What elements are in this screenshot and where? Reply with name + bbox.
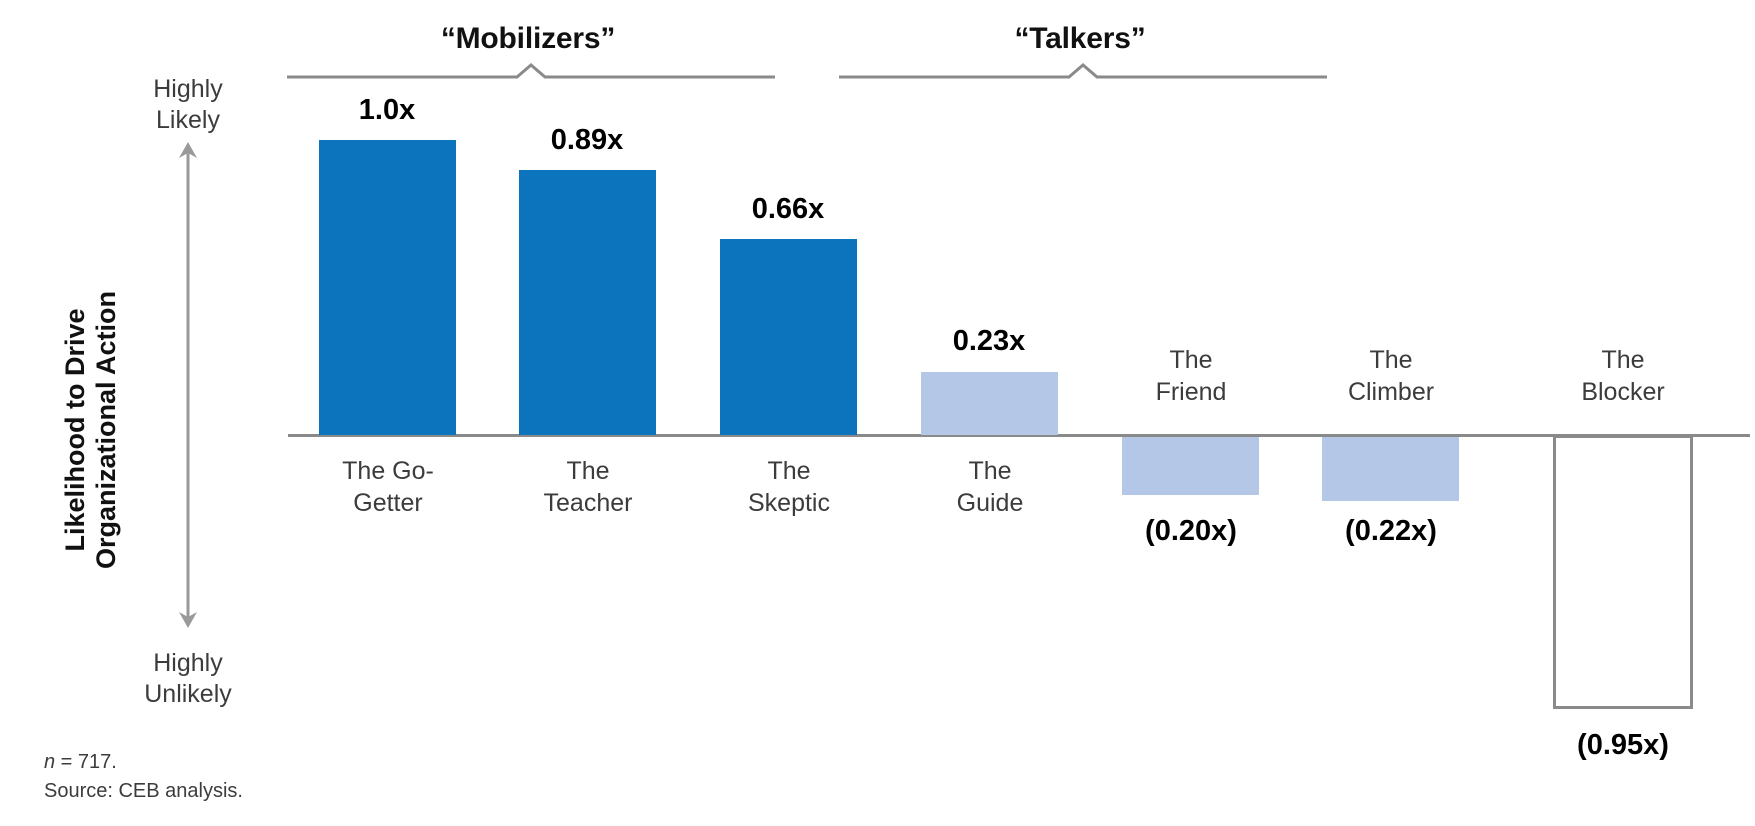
- group-bracket-mobilizers: [287, 63, 775, 79]
- bar-the-guide: [921, 372, 1058, 435]
- category-label-the-skeptic: The Skeptic: [748, 457, 830, 517]
- bar-the-friend: [1122, 437, 1259, 495]
- bar-value-the-teacher: 0.89x: [550, 124, 624, 156]
- group-label-mobilizers: “Mobilizers”: [440, 22, 616, 55]
- bar-value-the-guide: 0.23x: [952, 325, 1026, 357]
- bar-value-the-blocker: (0.95x): [1577, 729, 1669, 761]
- bar-the-teacher: [519, 170, 656, 435]
- category-label-the-teacher: The Teacher: [543, 457, 633, 517]
- footnote-source: Source: CEB analysis.: [44, 780, 243, 802]
- bar-the-climber: [1322, 437, 1459, 501]
- y-axis-title: Likelihood to Drive Organizational Actio…: [60, 291, 121, 570]
- axis-top-caption: Highly Likely: [153, 75, 223, 134]
- category-label-the-guide: The Guide: [956, 457, 1024, 517]
- footnote-n-symbol: n: [44, 751, 56, 773]
- category-label-the-blocker: The Blocker: [1581, 346, 1665, 406]
- group-bracket-talkers: [839, 63, 1327, 79]
- footnote-sample-size: n = 717.: [44, 748, 117, 777]
- bar-value-the-climber: (0.22x): [1345, 515, 1437, 547]
- category-label-the-go-getter: The Go- Getter: [342, 457, 434, 517]
- bar-value-the-go-getter: 1.0x: [358, 94, 416, 126]
- category-label-the-friend: The Friend: [1155, 346, 1227, 406]
- bar-value-the-skeptic: 0.66x: [751, 193, 825, 225]
- chart-canvas: “Mobilizers” “Talkers” Highly Likely Hig…: [0, 0, 1755, 826]
- group-label-talkers: “Talkers”: [1014, 22, 1146, 55]
- footnote-n-value: = 717.: [55, 751, 117, 773]
- axis-bottom-caption: Highly Unlikely: [144, 649, 232, 708]
- bar-value-the-friend: (0.20x): [1145, 515, 1237, 547]
- category-label-the-climber: The Climber: [1347, 346, 1435, 406]
- bar-the-go-getter: [319, 140, 456, 435]
- bar-the-skeptic: [720, 239, 857, 435]
- bar-the-blocker: [1553, 435, 1693, 709]
- y-axis-arrow: [179, 142, 197, 628]
